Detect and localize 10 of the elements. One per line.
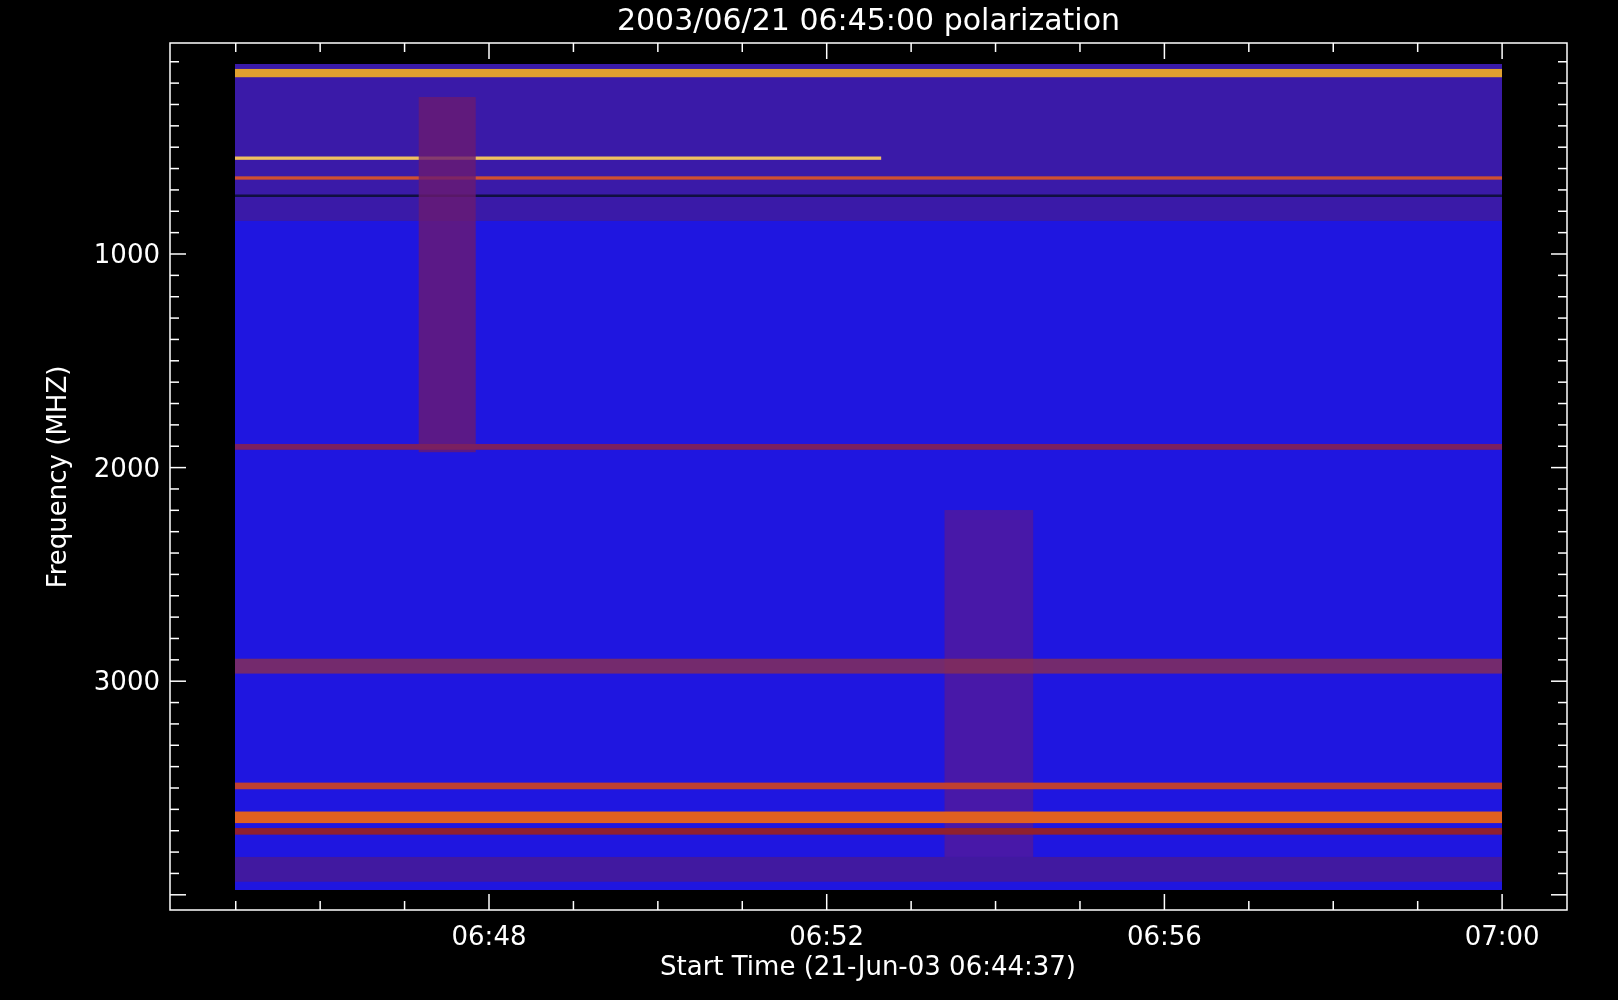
axis-tick-label: 3000 [93,666,160,697]
axis-tick-label: 06:48 [451,921,527,951]
axis-tick-label: 06:56 [1126,921,1202,951]
axis-label: Start Time (21-Jun-03 06:44:37) [660,951,1076,981]
axis-label: Frequency (MHZ) [42,365,72,589]
axis-tick-label: 1000 [93,239,160,269]
axis-tick-label: 06:52 [789,921,865,951]
axis-tick-label: 07:00 [1464,921,1540,951]
axis-tick-label: 2000 [93,452,160,483]
chart-title: 2003/06/21 06:45:00 polarization [616,2,1121,37]
